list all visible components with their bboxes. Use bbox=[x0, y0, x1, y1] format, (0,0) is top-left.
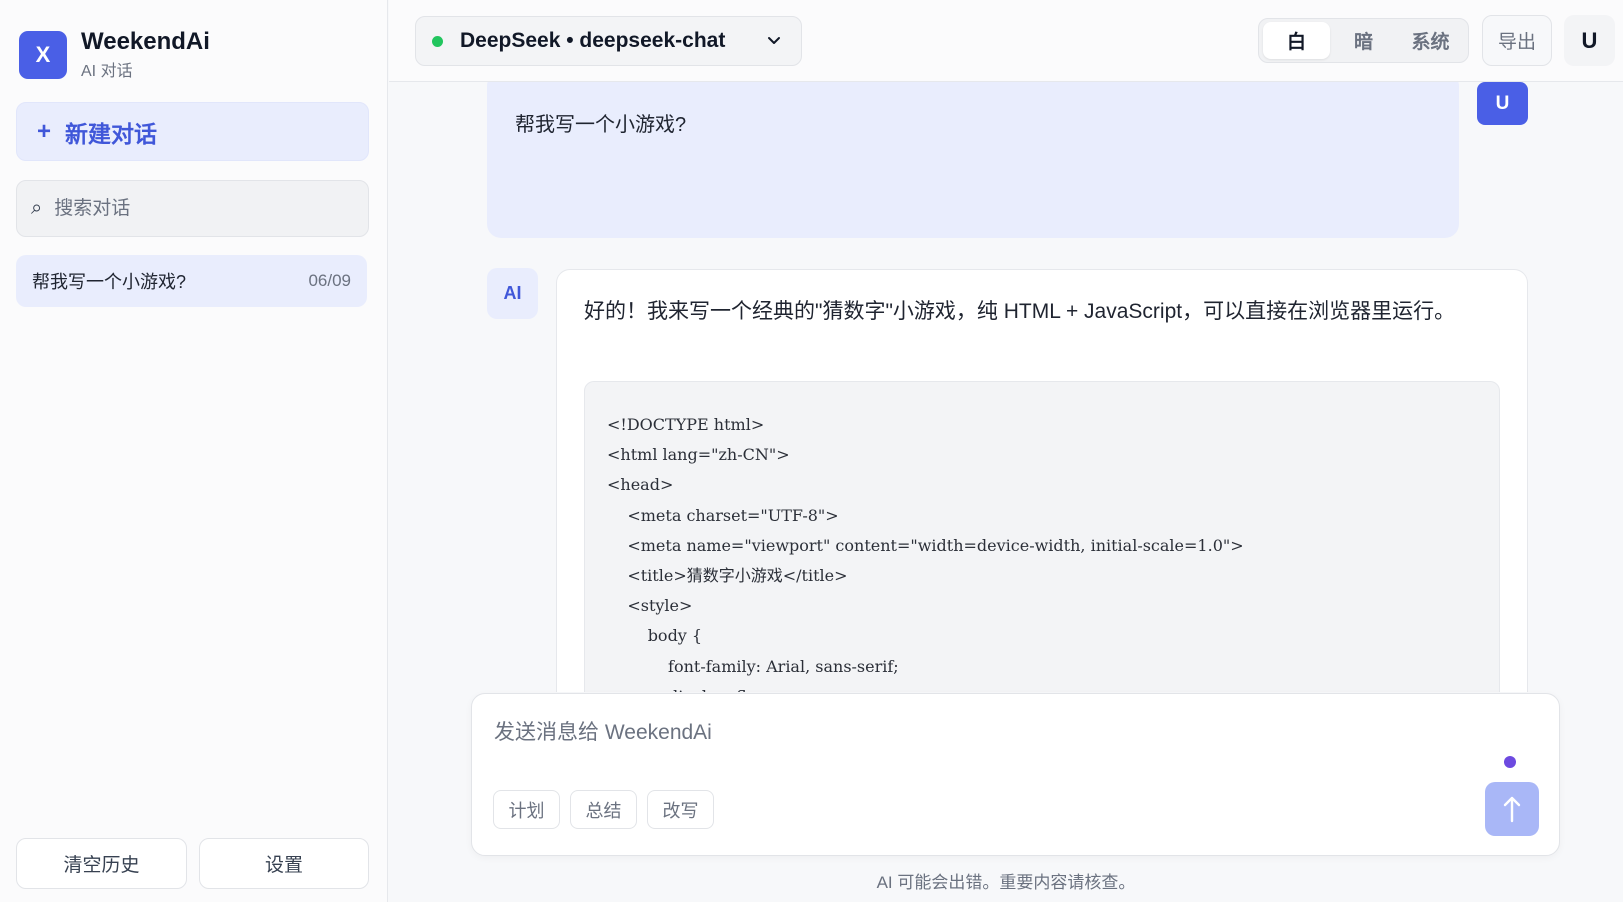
model-selector[interactable]: DeepSeek • deepseek-chat bbox=[415, 16, 802, 66]
chevron-down-icon bbox=[768, 37, 780, 44]
app-subtitle: AI 对话 bbox=[81, 63, 133, 80]
code-block: <!DOCTYPE html> <html lang="zh-CN"> <hea… bbox=[584, 381, 1500, 692]
sidebar: X WeekendAi AI 对话 + 新建对话 ⌕ 帮我写一个小游戏? 06/… bbox=[0, 0, 388, 902]
quick-action-rewrite[interactable]: 改写 bbox=[647, 790, 714, 829]
conversation-date: 06/09 bbox=[308, 271, 351, 290]
user-avatar: U bbox=[1477, 82, 1528, 125]
top-bar: DeepSeek • deepseek-chat 白 暗 系统 导出 U bbox=[389, 0, 1623, 82]
user-menu-button[interactable]: U bbox=[1564, 15, 1615, 66]
chat-area[interactable]: 帮我写一个小游戏? U AI 好的！我来写一个经典的"猜数字"小游戏，纯 HTM… bbox=[389, 82, 1623, 692]
send-button[interactable] bbox=[1485, 782, 1539, 836]
user-message: 帮我写一个小游戏? bbox=[487, 82, 1459, 238]
code-line: <head> bbox=[607, 475, 674, 495]
conversation-title: 帮我写一个小游戏? bbox=[32, 272, 187, 292]
code-line: <!DOCTYPE html> bbox=[607, 415, 765, 434]
search-input[interactable] bbox=[54, 197, 335, 220]
code-line: font-family: Arial, sans-serif; bbox=[607, 656, 899, 676]
ai-message-text: 好的！我来写一个经典的"猜数字"小游戏，纯 HTML + JavaScript，… bbox=[584, 300, 1456, 323]
theme-option-light[interactable]: 白 bbox=[1263, 22, 1330, 59]
search-box: ⌕ bbox=[16, 180, 369, 237]
search-icon: ⌕ bbox=[31, 197, 43, 219]
code-line: <html lang="zh-CN"> bbox=[607, 445, 790, 465]
brand: X WeekendAi AI 对话 bbox=[19, 29, 210, 81]
online-status-dot bbox=[432, 35, 443, 47]
status-indicator-dot bbox=[1504, 756, 1516, 768]
model-label: DeepSeek • deepseek-chat bbox=[460, 29, 726, 52]
new-chat-button[interactable]: + 新建对话 bbox=[16, 102, 369, 161]
arrow-up-icon bbox=[1503, 796, 1521, 823]
code-line: <meta charset="UTF-8"> bbox=[607, 505, 839, 525]
export-button[interactable]: 导出 bbox=[1482, 15, 1552, 66]
code-line: <title>猜数字小游戏</title> bbox=[607, 565, 848, 585]
code-line: <style> bbox=[607, 596, 693, 616]
disclaimer-text: AI 可能会出错。重要内容请核查。 bbox=[876, 873, 1136, 892]
message-input[interactable] bbox=[494, 716, 1474, 756]
code-line: display: flex; bbox=[607, 682, 1477, 692]
code-line: body { bbox=[607, 626, 703, 646]
plus-icon: + bbox=[37, 117, 52, 145]
quick-action-summarize[interactable]: 总结 bbox=[570, 790, 637, 829]
theme-switcher: 白 暗 系统 bbox=[1258, 18, 1469, 63]
theme-option-system[interactable]: 系统 bbox=[1397, 22, 1464, 59]
message-composer: 计划 总结 改写 bbox=[471, 693, 1560, 856]
conversation-item[interactable]: 帮我写一个小游戏? 06/09 bbox=[16, 255, 367, 307]
app-title: WeekendAi bbox=[81, 28, 210, 55]
app-logo: X bbox=[19, 31, 67, 79]
settings-button[interactable]: 设置 bbox=[199, 838, 369, 889]
code-line: <meta name="viewport" content="width=dev… bbox=[607, 535, 1244, 555]
new-chat-label: 新建对话 bbox=[65, 120, 158, 147]
ai-message: 好的！我来写一个经典的"猜数字"小游戏，纯 HTML + JavaScript，… bbox=[556, 269, 1528, 692]
ai-avatar: AI bbox=[487, 268, 538, 319]
quick-action-plan[interactable]: 计划 bbox=[493, 790, 560, 829]
theme-option-dark[interactable]: 暗 bbox=[1330, 22, 1397, 59]
clear-history-button[interactable]: 清空历史 bbox=[16, 838, 187, 889]
